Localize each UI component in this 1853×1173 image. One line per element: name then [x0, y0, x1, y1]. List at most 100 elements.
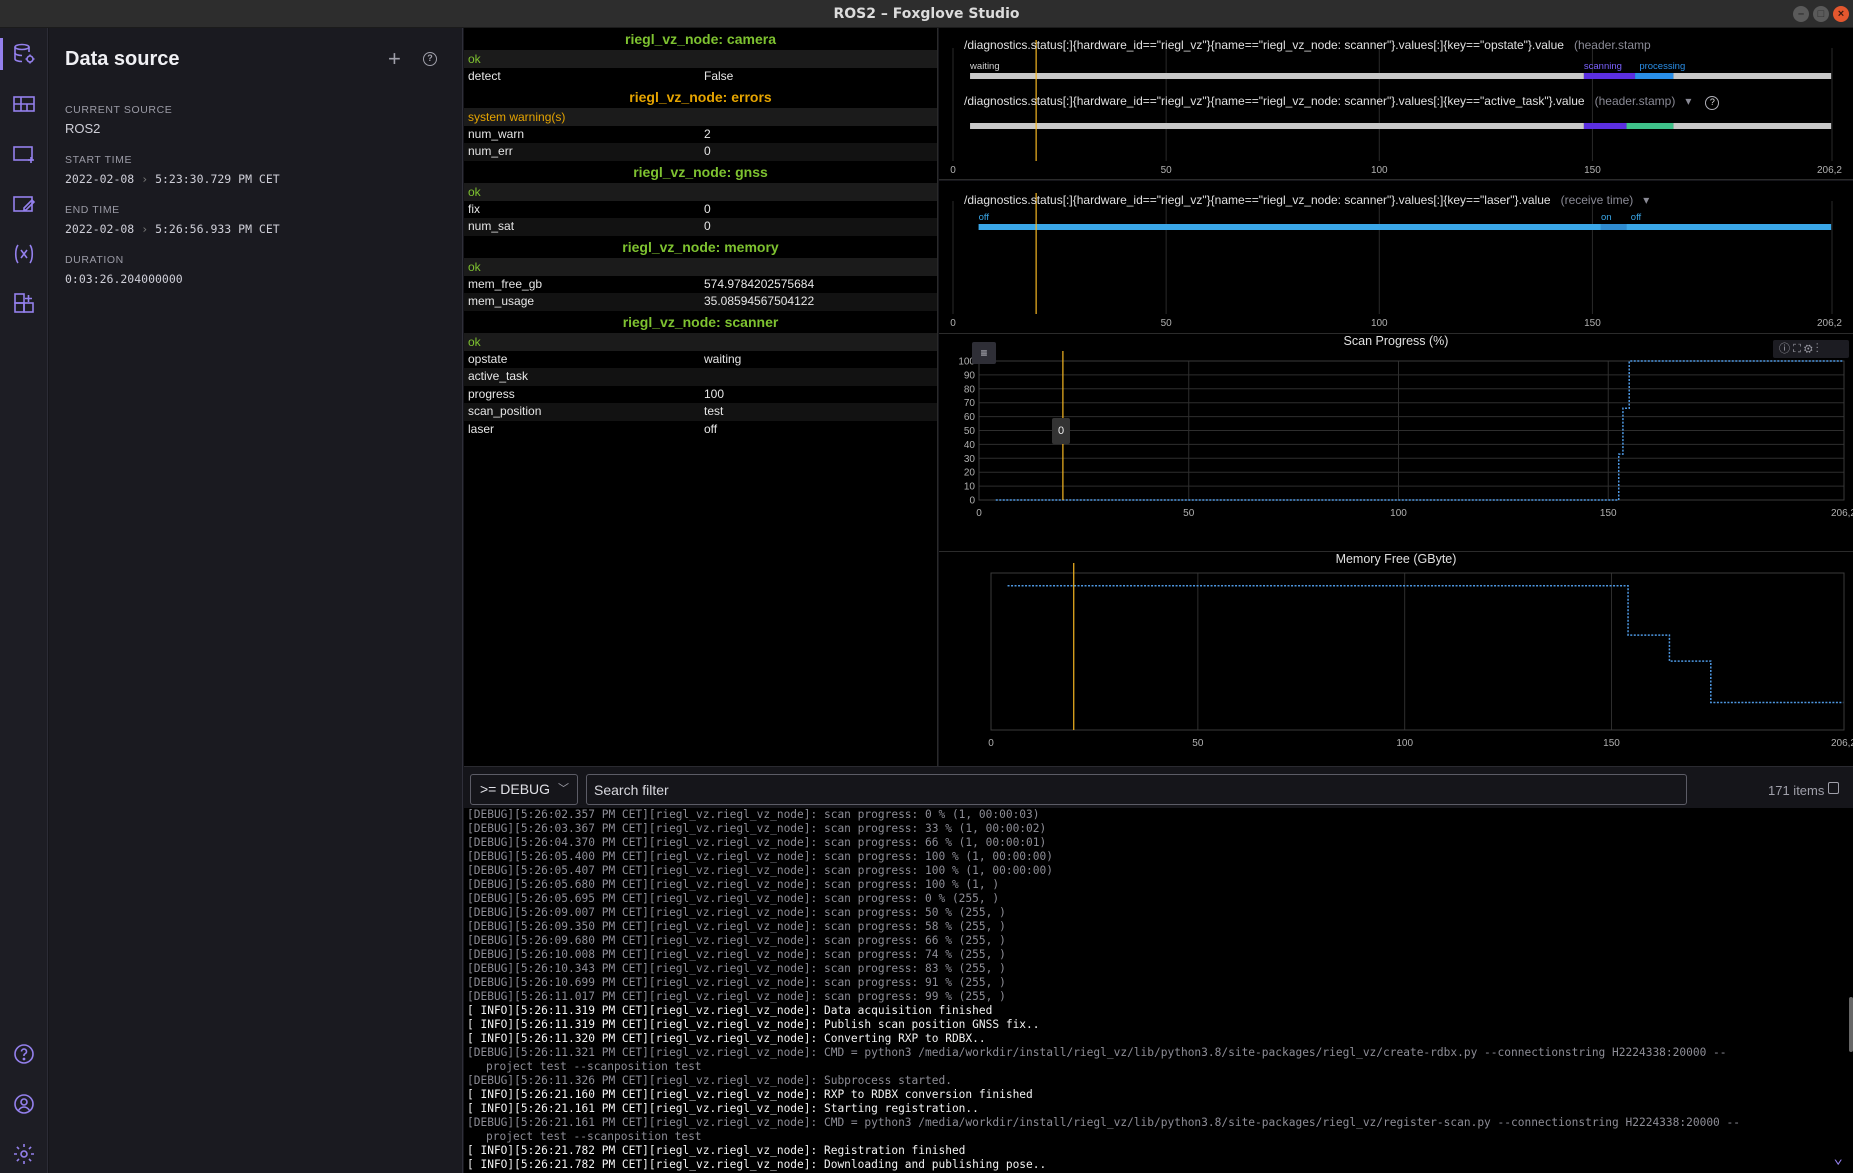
scan-progress-chart[interactable]: 050100150206,20102030405060708090100	[939, 334, 1853, 552]
scrollbar-thumb[interactable]	[1849, 997, 1853, 1052]
log-toolbar: >= DEBUG ﹀ 171 items	[464, 766, 1853, 808]
diagnostic-status: ok	[464, 182, 937, 201]
x-tick-label: 0	[988, 738, 994, 749]
account-icon[interactable]	[8, 1088, 40, 1120]
x-tick-label: 206,2	[1831, 508, 1853, 519]
current-source-label: CURRENT SOURCE	[65, 104, 173, 116]
settings-icon[interactable]: ⚙	[1804, 343, 1813, 355]
log-line: [DEBUG][5:26:09.007 PM CET][riegl_vz.rie…	[467, 906, 1006, 919]
diagnostic-value: False	[704, 69, 734, 83]
log-line: [DEBUG][5:26:05.400 PM CET][riegl_vz.rie…	[467, 850, 1053, 863]
menu-icon[interactable]: ≡	[972, 342, 996, 364]
help-icon[interactable]	[8, 1038, 40, 1070]
diagnostic-section-title: riegl_vz_node: camera	[625, 31, 776, 47]
layout-icon[interactable]	[8, 88, 40, 120]
diagnostic-section-title: riegl_vz_node: scanner	[622, 313, 779, 330]
chevron-down-icon[interactable]: ▾	[1643, 193, 1649, 207]
panel-settings-icon[interactable]	[8, 188, 40, 220]
log-line: [DEBUG][5:26:11.326 PM CET][riegl_vz.rie…	[467, 1074, 952, 1087]
memory-free-chart[interactable]: 050100150206,2574,970574,980574,990575,0…	[939, 552, 1853, 766]
y-tick-label: 50	[964, 426, 976, 437]
add-source-icon[interactable]: +	[388, 48, 401, 70]
diagnostic-row: laser off	[464, 421, 937, 439]
log-line: [ INFO][5:26:11.320 PM CET][riegl_vz.rie…	[467, 1032, 986, 1045]
series-path-laser[interactable]: /diagnostics.status[:]{hardware_id=="rie…	[964, 193, 1649, 207]
x-tick-label: 100	[1390, 508, 1407, 519]
help-icon[interactable]: ⓘ	[1779, 343, 1790, 355]
diagnostic-row: active_task	[464, 368, 937, 386]
diagnostic-row: mem_free_gb 574.9784202575684	[464, 276, 937, 294]
x-tick-label: 150	[1600, 508, 1617, 519]
log-level-value: >= DEBUG	[480, 781, 551, 797]
plot-area	[990, 572, 1845, 731]
timestamp-method[interactable]: (receive time)	[1561, 193, 1634, 207]
log-level-select[interactable]: >= DEBUG ﹀	[470, 774, 578, 805]
series-path-text: /diagnostics.status[:]{hardware_id=="rie…	[964, 94, 1585, 108]
minimize-button[interactable]: –	[1793, 6, 1809, 22]
chevron-right-icon: ›	[141, 172, 149, 186]
chevron-down-icon: ﹀	[558, 783, 569, 795]
chevron-down-icon[interactable]: ▾	[1685, 94, 1691, 108]
y-tick-label: 90	[964, 370, 976, 381]
copy-icon[interactable]	[1828, 782, 1839, 794]
state-label: on	[1601, 212, 1612, 223]
timestamp-method[interactable]: (header.stamp)	[1595, 94, 1676, 108]
x-tick-label: 206,2	[1817, 165, 1842, 176]
y-tick-label: 10	[964, 482, 976, 493]
diagnostic-section-title: riegl_vz_node: memory	[622, 238, 779, 255]
diagnostic-rows: opstate waiting active_task progress 100 scan…	[464, 351, 937, 439]
state-transitions-panel-laser: 0 50 100 150 206,2 off on off /diagnostics.stat…	[939, 181, 1853, 334]
diagnostic-key: num_warn	[468, 126, 525, 141]
help-icon[interactable]: ?	[1705, 96, 1720, 110]
log-line: project test --scanposition test	[486, 1130, 702, 1143]
series-line	[1007, 585, 1844, 704]
data-source-panel: Data source + ? CURRENT SOURCE ROS2 STAR…	[49, 28, 463, 1173]
x-tick-label: 150	[1584, 165, 1601, 176]
log-line: [DEBUG][5:26:03.367 PM CET][riegl_vz.rie…	[467, 822, 1047, 835]
diagnostic-status: ok	[464, 257, 937, 276]
series-path-active-task[interactable]: /diagnostics.status[:]{hardware_id=="rie…	[964, 94, 1720, 110]
y-tick-label: 80	[964, 384, 976, 395]
x-tick-label: 50	[1192, 738, 1204, 749]
start-time: 5:23:30.729 PM CET	[155, 172, 280, 186]
state-segment	[1635, 73, 1674, 79]
end-time: 5:26:56.933 PM CET	[155, 222, 280, 236]
diagnostic-value: 0	[704, 144, 711, 158]
extensions-icon[interactable]	[8, 288, 40, 320]
state-label: off	[979, 212, 990, 223]
diagnostic-section-title: riegl_vz_node: gnss	[633, 163, 768, 180]
variables-icon[interactable]	[8, 238, 40, 270]
x-tick-label: 0	[950, 165, 956, 176]
series-path-opstate[interactable]: /diagnostics.status[:]{hardware_id=="rie…	[964, 38, 1651, 52]
add-panel-icon[interactable]	[8, 138, 40, 170]
chevron-right-icon: ›	[141, 222, 149, 236]
help-icon[interactable]: ?	[423, 52, 437, 66]
x-tick-label: 150	[1584, 318, 1601, 329]
state-segment	[1673, 73, 1832, 79]
maximize-button[interactable]: □	[1813, 6, 1829, 22]
log-search-input[interactable]	[586, 774, 1687, 805]
log-line: [DEBUG][5:26:05.407 PM CET][riegl_vz.rie…	[467, 864, 1053, 877]
data-source-icon[interactable]	[0, 38, 40, 70]
x-tick-label: 0	[976, 508, 982, 519]
scroll-to-bottom-icon[interactable]: ⌄	[1833, 1148, 1843, 1167]
fullscreen-icon[interactable]: ⛶	[1793, 343, 1801, 355]
duration-label: DURATION	[65, 254, 124, 266]
panel-toolbar: ⓘ ⛶ ⚙ ⋮	[1773, 340, 1849, 358]
diagnostics-panel: riegl_vz_node: camera ok detect False riegl_…	[464, 28, 938, 766]
state-label: scanning	[1584, 61, 1622, 72]
log-view[interactable]: [DEBUG][5:26:02.357 PM CET][riegl_vz.rie…	[464, 808, 1853, 1173]
close-button[interactable]: ×	[1833, 6, 1849, 22]
diagnostic-row: mem_usage 35.08594567504122	[464, 293, 937, 311]
timestamp-method[interactable]: (header.stamp	[1574, 38, 1651, 52]
x-tick-label: 206,2	[1817, 318, 1842, 329]
hover-tooltip: 0	[1052, 418, 1070, 444]
y-tick-label: 30	[964, 454, 976, 465]
diagnostic-row: scan_position test	[464, 403, 937, 421]
diagnostic-status: ok	[464, 332, 937, 351]
drag-handle-icon[interactable]: ⋮	[1816, 343, 1819, 355]
diagnostic-rows: mem_free_gb 574.9784202575684 mem_usage 35.…	[464, 276, 937, 311]
preferences-icon[interactable]	[8, 1138, 40, 1170]
log-line: [DEBUG][5:26:05.680 PM CET][riegl_vz.rie…	[467, 878, 1000, 891]
diagnostic-row: num_sat 0	[464, 218, 937, 236]
